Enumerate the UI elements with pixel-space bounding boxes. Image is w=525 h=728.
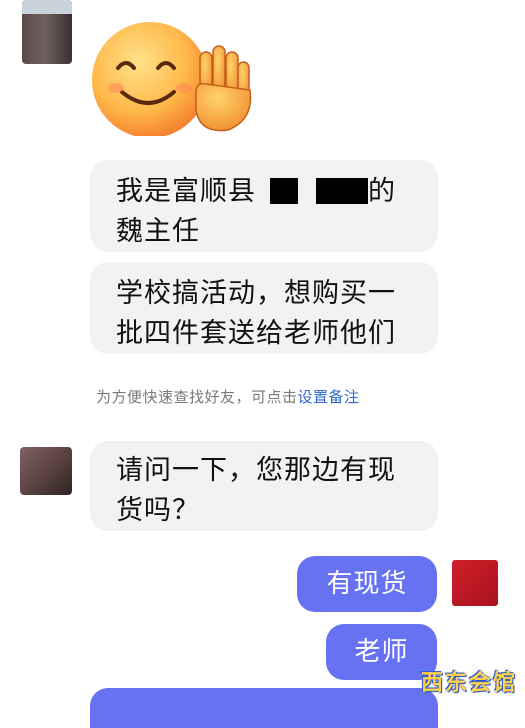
contact-avatar[interactable]: [22, 0, 72, 64]
hint-text: 为方便快速查找好友，可点击: [96, 388, 298, 406]
redaction-block: [316, 178, 368, 204]
watermark: 西东会馆: [420, 671, 517, 696]
message-bubble-incoming[interactable]: 我是富顺县 的 魏主任: [90, 160, 438, 252]
set-remark-link[interactable]: 设置备注: [298, 388, 360, 406]
message-bubble-outgoing[interactable]: [90, 688, 438, 728]
smiling-face-waving-hand-icon: [92, 22, 252, 136]
self-avatar[interactable]: [452, 560, 498, 606]
message-bubble-incoming[interactable]: 请问一下，您那边有现 货吗？: [90, 441, 438, 531]
message-text: 批四件套送给老师他们: [116, 318, 396, 349]
message-text: 老师: [354, 637, 409, 667]
message-text: 有现货: [326, 569, 408, 599]
message-text: 魏主任: [116, 216, 200, 247]
remark-hint: 为方便快速查找好友，可点击设置备注: [96, 386, 360, 407]
redaction-block: [270, 178, 298, 204]
message-text: 我是富顺县: [116, 176, 256, 207]
message-text: 货吗？: [116, 495, 200, 526]
message-bubble-outgoing[interactable]: 有现货: [297, 556, 437, 612]
message-bubble-incoming[interactable]: 学校搞活动，想购买一 批四件套送给老师他们: [90, 262, 438, 354]
contact-avatar[interactable]: [20, 447, 72, 495]
message-text: 请问一下，您那边有现: [116, 455, 396, 486]
message-text: 的: [368, 176, 396, 207]
message-text: 学校搞活动，想购买一: [116, 278, 396, 309]
